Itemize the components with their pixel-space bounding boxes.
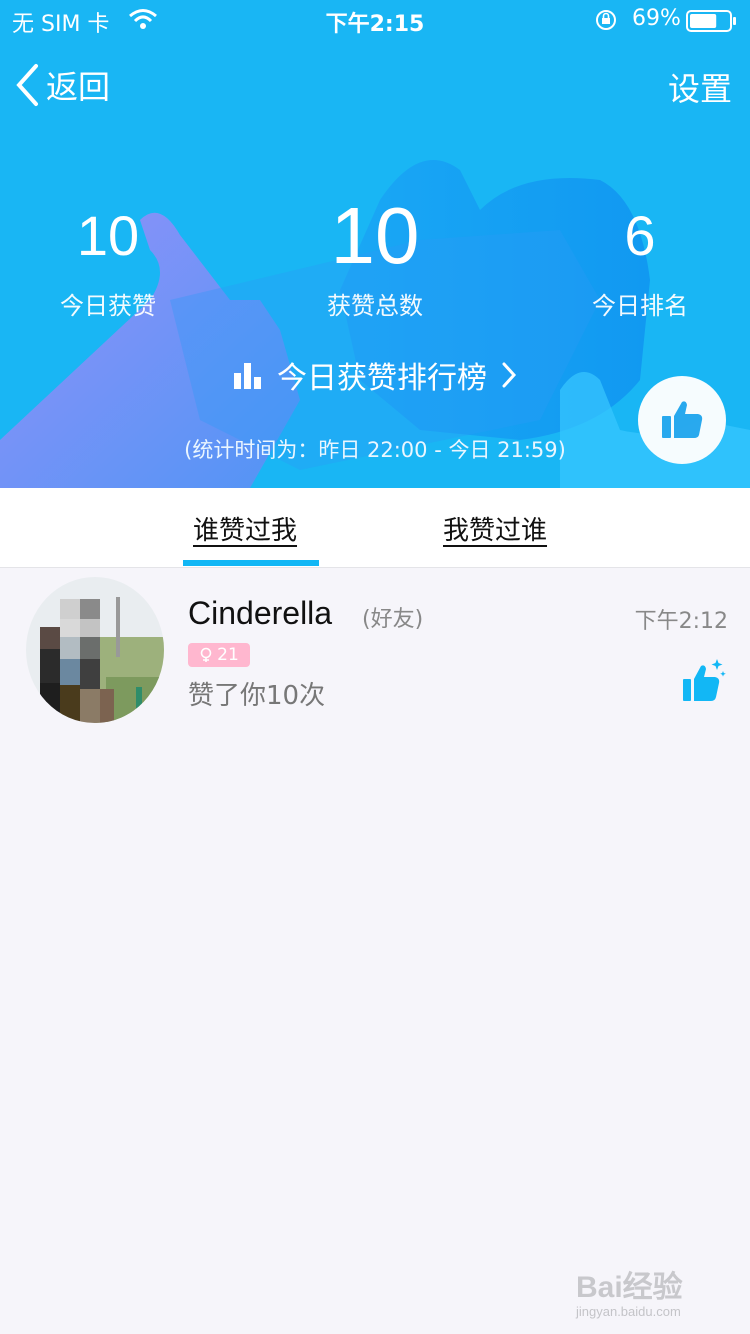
chevron-left-icon (16, 64, 38, 106)
watermark-logo: Bai经验 jingyan.baidu.com (576, 1262, 683, 1319)
back-button[interactable]: 返回 (14, 60, 110, 110)
age-value: 21 (217, 645, 239, 665)
likes-list: Cinderella (好友) 21 赞了你10次 下午2:12 (0, 569, 750, 729)
total-likes-label: 获赞总数 (327, 292, 423, 320)
timestamp: 下午2:12 (634, 609, 728, 634)
user-name: Cinderella (188, 595, 333, 631)
active-tab-indicator (183, 560, 319, 566)
today-rank-label: 今日排名 (592, 292, 688, 320)
stat-today-rank: 6 今日排名 (530, 186, 750, 321)
tab-i-liked[interactable]: 我赞过谁 (443, 510, 547, 547)
stat-period-note: (统计时间为：昨日 22:00 - 今日 21:59) (184, 438, 566, 462)
ranking-link[interactable]: 今日获赞排行榜 (0, 350, 750, 400)
list-item[interactable]: Cinderella (好友) 21 赞了你10次 下午2:12 (0, 569, 750, 729)
stat-total-likes: 10 获赞总数 (265, 186, 485, 321)
avatar[interactable] (26, 577, 164, 723)
today-rank-value: 6 (624, 204, 656, 267)
like-description: 赞了你10次 (188, 681, 326, 711)
avatar-image (26, 577, 164, 723)
today-likes-label: 今日获赞 (60, 292, 156, 320)
battery-percent: 69% (632, 6, 681, 31)
status-bar: 无 SIM 卡 下午2:15 69% (0, 0, 750, 40)
battery-icon (686, 10, 736, 32)
thumbs-up-sparkle-icon[interactable] (680, 657, 726, 705)
watermark-url: jingyan.baidu.com (576, 1304, 681, 1319)
settings-button[interactable]: 设置 (668, 64, 732, 110)
rotation-lock-icon (596, 10, 616, 30)
today-likes-value: 10 (76, 204, 140, 267)
tab-liked-me[interactable]: 谁赞过我 (193, 510, 297, 547)
total-likes-value: 10 (330, 191, 420, 280)
bar-chart-icon (234, 363, 261, 389)
ranking-link-label: 今日获赞排行榜 (277, 361, 487, 396)
stat-today-likes: 10 今日获赞 (0, 186, 218, 321)
female-icon (200, 647, 212, 662)
like-button[interactable] (638, 376, 726, 464)
relation-label: (好友) (362, 607, 424, 632)
tab-bar: 谁赞过我 我赞过谁 (0, 488, 750, 568)
header: 无 SIM 卡 下午2:15 69% 返回 设置 10 今日获赞 10 获赞总数 (0, 0, 750, 488)
back-label: 返回 (46, 68, 111, 106)
watermark-text: Bai经验 (576, 1271, 683, 1304)
gender-age-badge: 21 (188, 643, 250, 667)
thumbs-up-icon (662, 401, 703, 438)
chevron-right-icon (502, 362, 517, 388)
